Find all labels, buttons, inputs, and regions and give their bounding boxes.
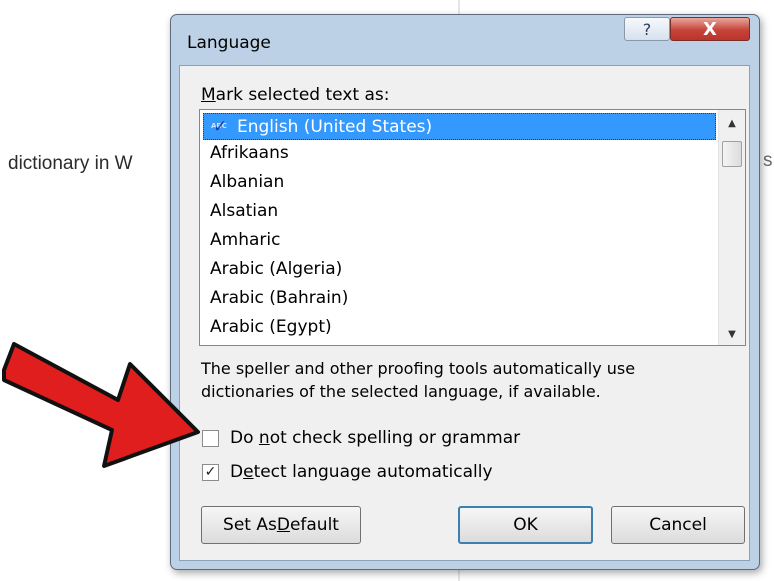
do-not-check-spelling-option[interactable]: Do not check spelling or grammar: [202, 426, 520, 450]
help-button[interactable]: ?: [624, 17, 670, 41]
title-bar[interactable]: Language ? X: [171, 15, 759, 65]
list-item[interactable]: Alsatian: [203, 198, 716, 225]
detect-language-label: Detect language automatically: [230, 462, 493, 482]
document-text-right: s: [763, 150, 773, 171]
list-item[interactable]: Arabic (Algeria): [203, 256, 716, 283]
scroll-up-arrow-icon[interactable]: ▲: [719, 112, 745, 134]
list-item[interactable]: Afrikaans: [203, 140, 716, 167]
scroll-thumb[interactable]: [722, 141, 742, 167]
document-text: dictionary in W: [8, 153, 133, 174]
dialog-title: Language: [187, 33, 271, 53]
set-as-default-button[interactable]: Set As Default: [201, 506, 361, 544]
language-listbox[interactable]: ABC ✓ English (United States) Afrikaans A…: [199, 109, 746, 346]
do-not-check-spelling-label: Do not check spelling or grammar: [230, 428, 521, 448]
spellcheck-icon: ABC ✓: [211, 117, 228, 137]
language-dialog: Language ? X Mark selected text as: ABC ✓…: [170, 14, 760, 570]
dialog-body: Mark selected text as: ABC ✓ English (Uni…: [179, 65, 750, 561]
checkmark-icon: ✓: [204, 464, 217, 480]
help-icon: ?: [642, 19, 652, 39]
mark-selected-text-label: Mark selected text as:: [201, 85, 390, 105]
scroll-down-arrow-icon[interactable]: ▼: [719, 323, 745, 345]
close-button[interactable]: X: [670, 17, 750, 41]
list-item[interactable]: Arabic (Egypt): [203, 314, 716, 341]
cancel-button[interactable]: Cancel: [611, 506, 745, 544]
listbox-scrollbar[interactable]: ▲ ▼: [718, 110, 745, 345]
list-item[interactable]: Arabic (Bahrain): [203, 285, 716, 312]
ok-button[interactable]: OK: [458, 506, 593, 544]
list-item-selected[interactable]: ABC ✓ English (United States): [203, 113, 716, 140]
close-icon: X: [703, 18, 717, 40]
proofing-description: The speller and other proofing tools aut…: [201, 359, 636, 401]
list-item[interactable]: Amharic: [203, 227, 716, 254]
list-item[interactable]: Albanian: [203, 169, 716, 196]
red-pointer-arrow-icon: [2, 342, 200, 468]
detect-language-option[interactable]: ✓ Detect language automatically: [202, 460, 493, 484]
